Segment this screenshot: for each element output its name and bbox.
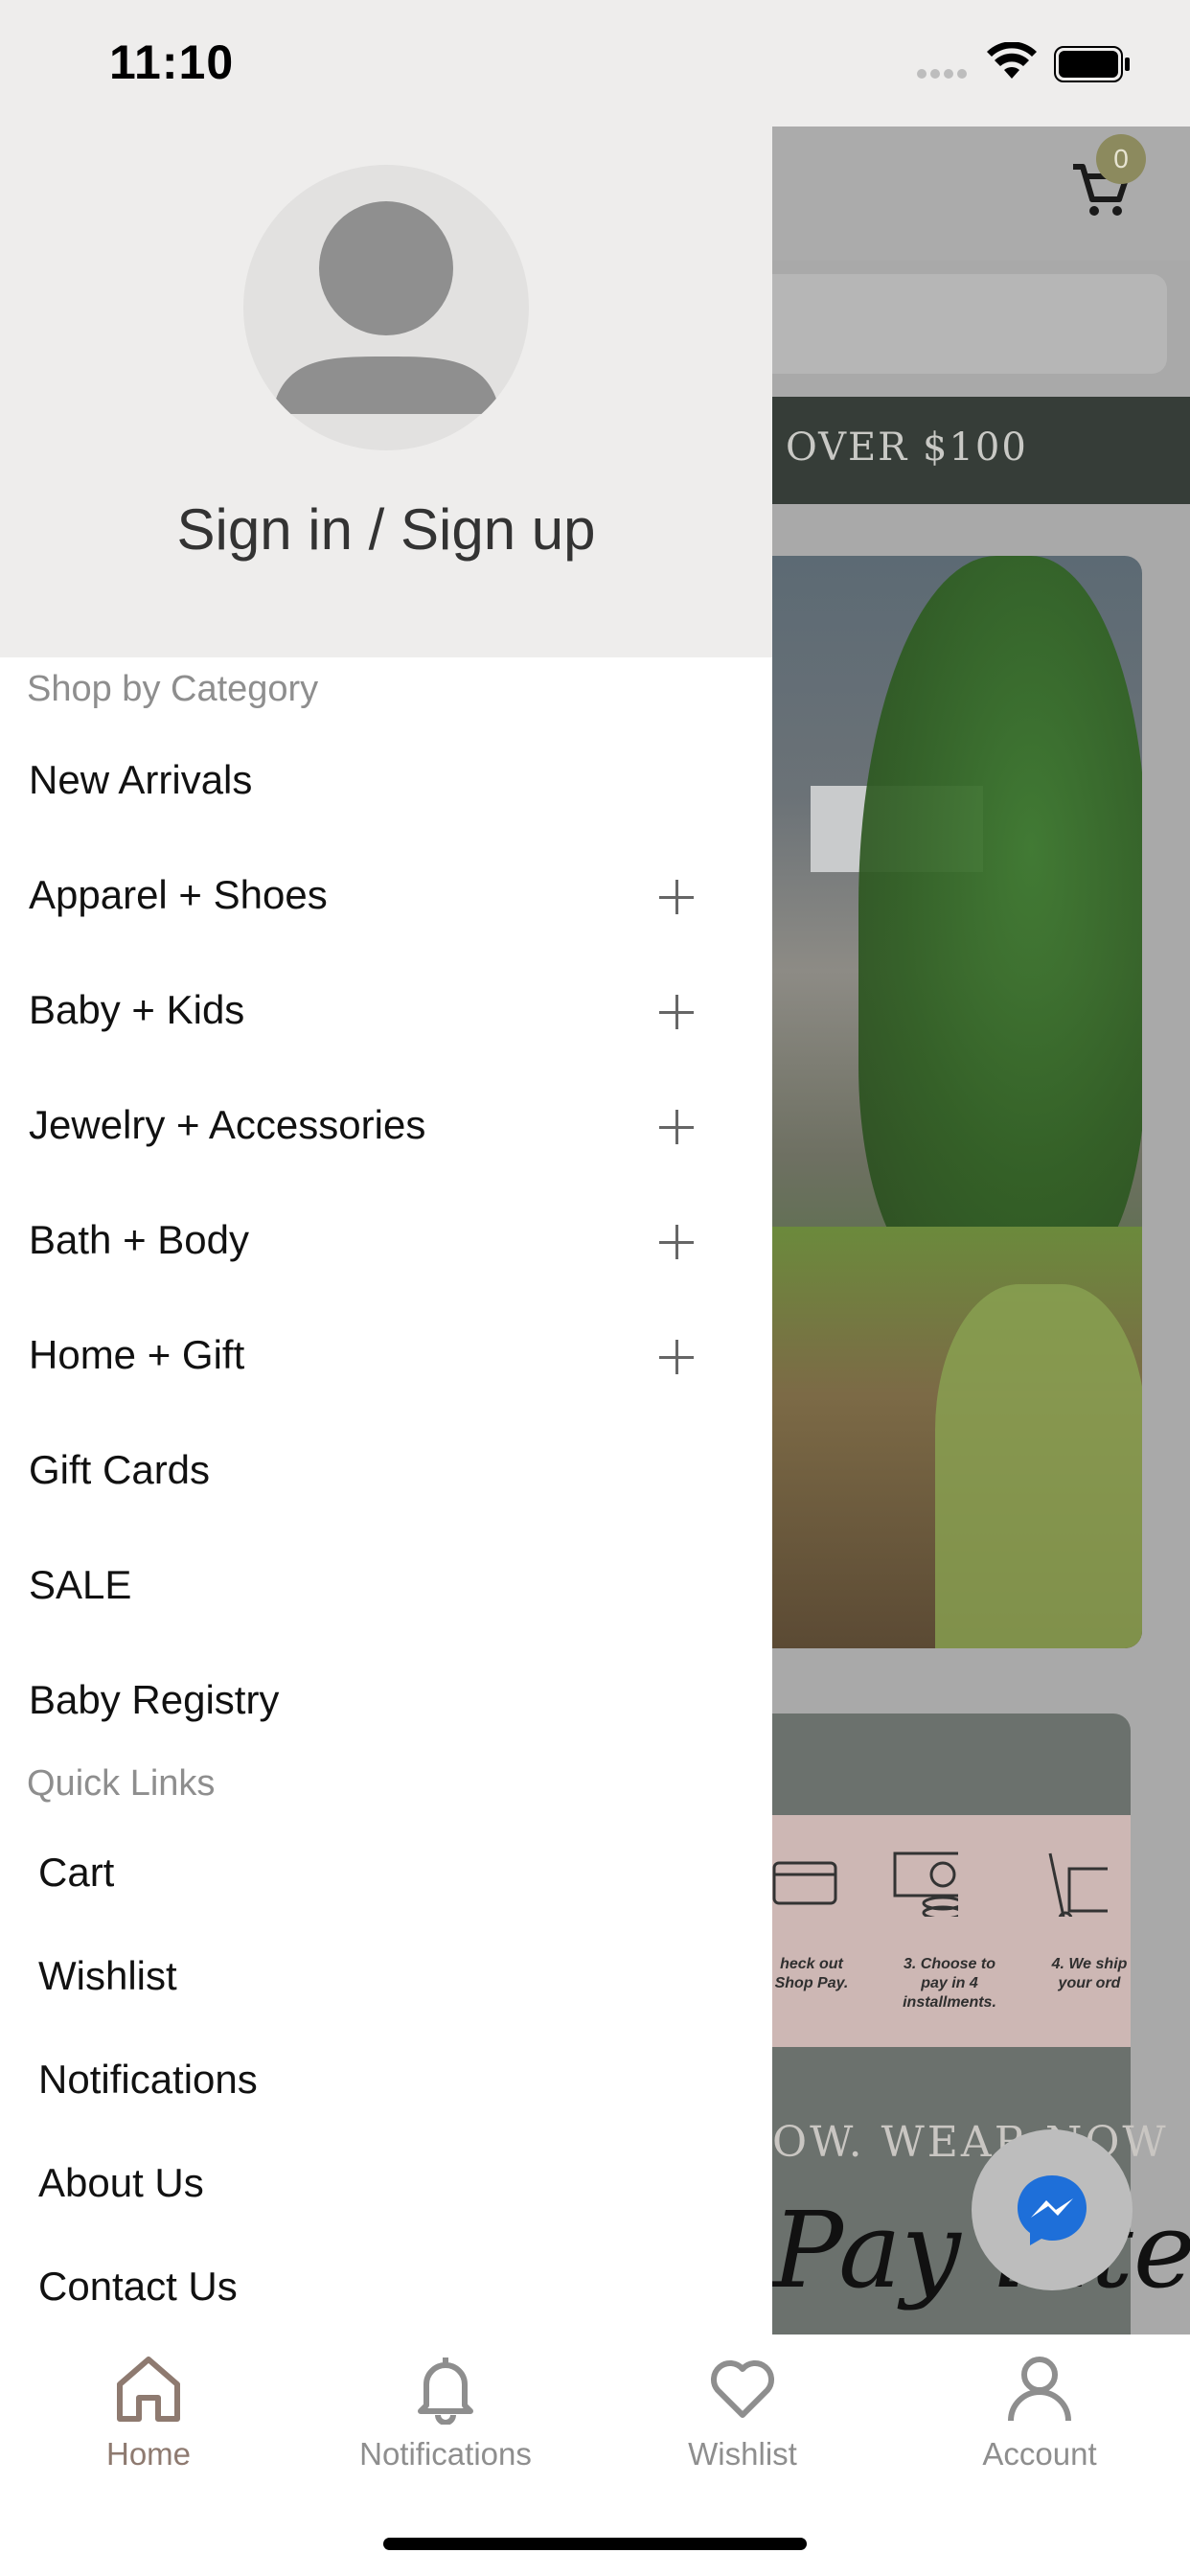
category-baby-registry[interactable]: Baby Registry xyxy=(29,1677,279,1723)
tab-wishlist[interactable]: Wishlist xyxy=(594,2334,891,2488)
category-home-gift[interactable]: Home + Gift xyxy=(29,1332,244,1378)
quick-link-about-us[interactable]: About Us xyxy=(38,2160,204,2206)
tab-notifications-label: Notifications xyxy=(359,2436,532,2472)
category-sale[interactable]: SALE xyxy=(29,1562,131,1608)
category-apparel-shoes[interactable]: Apparel + Shoes xyxy=(29,872,328,918)
grass-tuft-shape xyxy=(935,1284,1142,1648)
person-icon xyxy=(1008,2357,1071,2422)
expand-plus-icon[interactable] xyxy=(659,1110,694,1144)
status-time: 11:10 xyxy=(109,35,235,89)
quick-link-wishlist[interactable]: Wishlist xyxy=(38,1953,177,1999)
signal-icon xyxy=(916,67,970,85)
promo-banner-text: OVER $100 xyxy=(786,426,1028,470)
side-drawer: Sign in / Sign up Shop by Category New A… xyxy=(0,126,772,2334)
messenger-button[interactable] xyxy=(972,2129,1133,2290)
tab-account[interactable]: Account xyxy=(891,2334,1188,2488)
category-gift-cards[interactable]: Gift Cards xyxy=(29,1447,210,1493)
category-section-title: Shop by Category xyxy=(27,669,319,709)
quick-link-notifications[interactable]: Notifications xyxy=(38,2057,258,2103)
bell-icon xyxy=(418,2358,473,2425)
expand-plus-icon[interactable] xyxy=(659,1225,694,1259)
step-3-text: 3. Choose to pay in 4 installments. xyxy=(903,1956,996,2011)
wifi-icon xyxy=(987,41,1037,85)
battery-icon xyxy=(1054,46,1131,87)
shop-pay-steps: heck out Shop Pay. 3. Choose to pay in 4… xyxy=(772,1815,1131,2047)
quick-link-cart[interactable]: Cart xyxy=(38,1850,114,1896)
credit-card-icon xyxy=(772,1861,837,1905)
expand-plus-icon[interactable] xyxy=(659,995,694,1029)
home-indicator[interactable] xyxy=(383,2538,807,2550)
hero-image xyxy=(772,556,1142,1648)
person-placeholder-icon xyxy=(272,201,500,414)
expand-plus-icon[interactable] xyxy=(659,1340,694,1374)
cash-icon xyxy=(893,1852,958,1917)
drawer-header: Sign in / Sign up xyxy=(0,126,772,657)
quick-link-contact-us[interactable]: Contact Us xyxy=(38,2264,238,2310)
tree-shape xyxy=(858,556,1142,1284)
status-bar: 11:10 xyxy=(0,0,1190,126)
cart-badge: 0 xyxy=(1096,134,1146,184)
sign-in-link[interactable]: Sign in / Sign up xyxy=(0,496,772,563)
category-baby-kids[interactable]: Baby + Kids xyxy=(29,987,244,1033)
promo-banner: OVER $100 xyxy=(772,397,1190,504)
background-search-bar xyxy=(772,274,1167,374)
home-icon xyxy=(117,2357,180,2422)
category-new-arrivals[interactable]: New Arrivals xyxy=(29,757,252,803)
avatar[interactable] xyxy=(243,165,529,450)
quick-links-title: Quick Links xyxy=(27,1763,216,1804)
messenger-icon xyxy=(1018,2175,1087,2245)
hand-truck-icon xyxy=(1048,1852,1108,1917)
tab-home[interactable]: Home xyxy=(0,2334,297,2488)
step-4-text: 4. We ship your ord xyxy=(1051,1956,1128,1991)
expand-plus-icon[interactable] xyxy=(659,880,694,914)
heart-icon xyxy=(711,2360,774,2418)
tab-notifications[interactable]: Notifications xyxy=(297,2334,594,2488)
background-screen: OVER $100 heck out Shop Pay. 3. Choose t… xyxy=(772,126,1190,2334)
step-2-text: heck out Shop Pay. xyxy=(774,1956,849,1991)
tab-wishlist-label: Wishlist xyxy=(688,2436,797,2472)
tab-home-label: Home xyxy=(105,2436,192,2472)
category-bath-body[interactable]: Bath + Body xyxy=(29,1217,249,1263)
category-jewelry-accessories[interactable]: Jewelry + Accessories xyxy=(29,1102,425,1148)
tab-account-label: Account xyxy=(982,2436,1097,2472)
